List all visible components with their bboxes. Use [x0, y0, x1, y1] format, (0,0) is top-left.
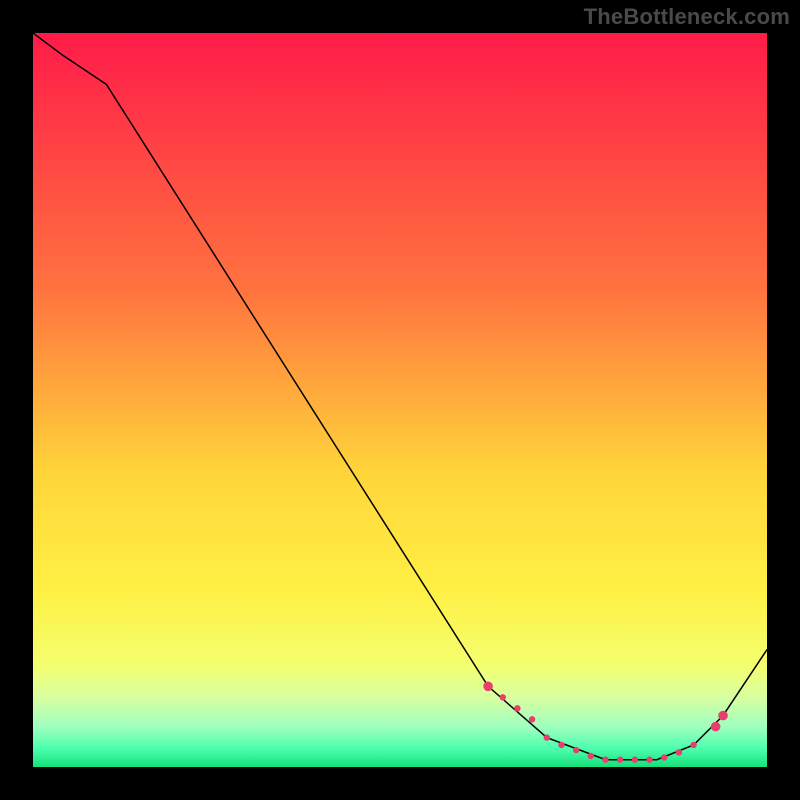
marker-dot: [711, 722, 721, 732]
chart-frame: TheBottleneck.com: [0, 0, 800, 800]
marker-dot: [588, 753, 594, 759]
marker-dot: [661, 754, 667, 760]
marker-dot: [646, 757, 652, 763]
marker-dot: [558, 742, 564, 748]
marker-dot: [718, 711, 728, 721]
plot-area: [33, 33, 767, 767]
marker-dot: [676, 749, 682, 755]
marker-dot: [544, 734, 550, 740]
marker-dot: [602, 757, 608, 763]
marker-dot: [632, 757, 638, 763]
marker-dot: [483, 682, 493, 692]
marker-dot: [529, 716, 535, 722]
marker-dot: [500, 694, 506, 700]
marker-dot: [690, 742, 696, 748]
marker-dot: [514, 705, 520, 711]
marker-dot: [573, 747, 579, 753]
watermark-text: TheBottleneck.com: [584, 4, 790, 30]
marker-dot: [617, 757, 623, 763]
chart-svg: [33, 33, 767, 767]
